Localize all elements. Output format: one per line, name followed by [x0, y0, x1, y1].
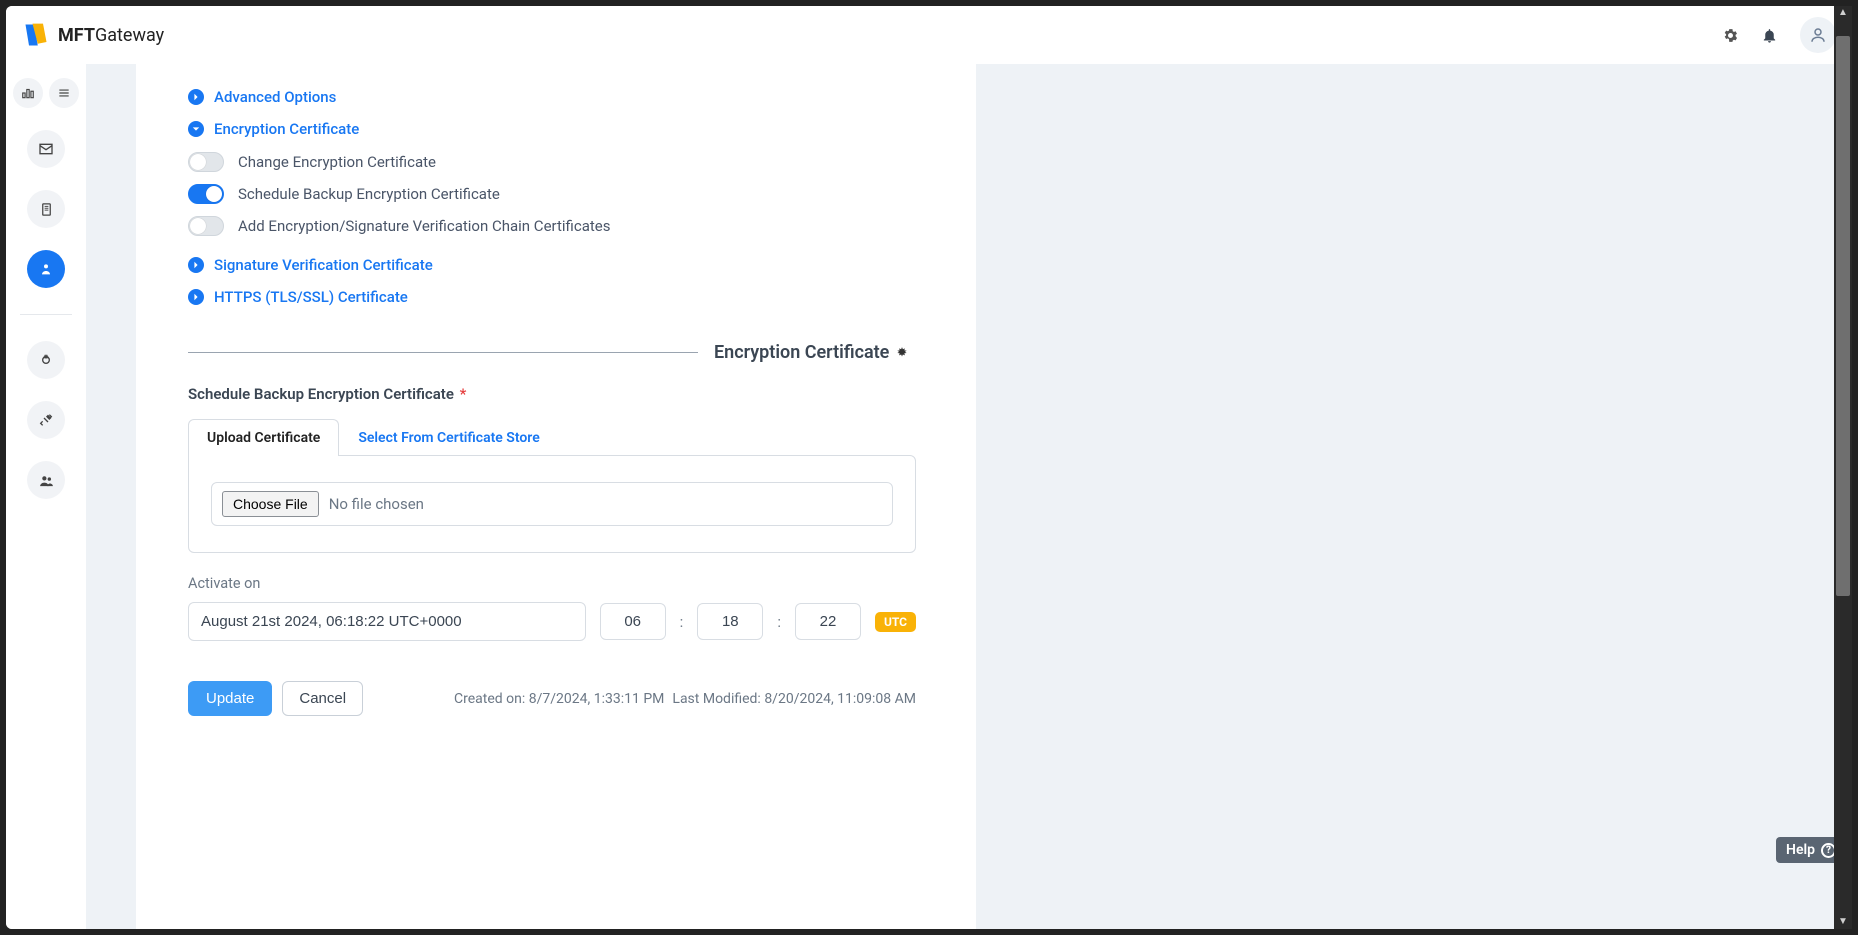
brand[interactable]: MFTGateway [22, 21, 164, 49]
chevron-down-icon [188, 121, 204, 137]
choose-file-button[interactable]: Choose File [222, 491, 319, 517]
scroll-up-icon[interactable]: ▲ [1838, 8, 1848, 18]
chevron-right-icon [188, 257, 204, 273]
toggle-label: Schedule Backup Encryption Certificate [238, 185, 500, 203]
activate-date-input[interactable] [188, 602, 586, 641]
section-label: Advanced Options [214, 88, 336, 106]
section-advanced-options[interactable]: Advanced Options [188, 88, 916, 106]
cancel-button[interactable]: Cancel [282, 681, 363, 716]
section-encryption-certificate[interactable]: Encryption Certificate [188, 120, 916, 138]
content-card: Advanced Options Encryption Certificate … [136, 64, 976, 929]
section-label: Encryption Certificate [214, 120, 359, 138]
content-right-pane [976, 64, 1852, 929]
help-label: Help [1786, 842, 1815, 858]
sidebar-plug-icon[interactable] [27, 401, 65, 439]
time-separator: : [777, 613, 781, 631]
sidebar-menu-toggle-icon[interactable] [49, 78, 79, 108]
activate-on-label: Activate on [188, 575, 916, 592]
divider-encryption-certificate: Encryption Certificate [188, 342, 916, 363]
sidebar-partner-icon[interactable] [27, 250, 65, 288]
field-label-schedule-backup: Schedule Backup Encryption Certificate * [188, 385, 916, 403]
scroll-down-icon[interactable]: ▼ [1838, 917, 1848, 927]
file-input-wrapper[interactable]: Choose File No file chosen [211, 482, 893, 526]
update-button[interactable]: Update [188, 681, 272, 716]
record-meta: Created on: 8/7/2024, 1:33:11 PM Last Mo… [454, 691, 916, 707]
tab-select-from-store[interactable]: Select From Certificate Store [339, 419, 558, 456]
toggle-label: Change Encryption Certificate [238, 153, 436, 171]
section-label: HTTPS (TLS/SSL) Certificate [214, 288, 408, 306]
section-signature-verification[interactable]: Signature Verification Certificate [188, 256, 916, 274]
activate-second-input[interactable] [795, 603, 861, 640]
settings-icon[interactable] [1722, 27, 1739, 44]
content-gutter [86, 64, 136, 929]
cert-source-tabs: Upload Certificate Select From Certifica… [188, 419, 916, 456]
chevron-right-icon [188, 89, 204, 105]
brand-logo-icon [22, 21, 50, 49]
activate-minute-input[interactable] [697, 603, 763, 640]
divider-title: Encryption Certificate [714, 342, 889, 363]
sidebar-cert-icon[interactable] [27, 341, 65, 379]
tab-upload-certificate[interactable]: Upload Certificate [188, 419, 339, 456]
time-separator: : [680, 613, 684, 631]
timezone-badge: UTC [875, 612, 916, 632]
activate-hour-input[interactable] [600, 603, 666, 640]
section-label: Signature Verification Certificate [214, 256, 433, 274]
brand-text: MFTGateway [58, 25, 164, 46]
sidebar-dashboard-icon[interactable] [13, 78, 43, 108]
toggle-add-chain-certs[interactable] [188, 216, 224, 236]
sidebar [6, 64, 86, 929]
sidebar-server-icon[interactable] [27, 190, 65, 228]
os-scrollbar[interactable]: ▲ ▼ [1834, 6, 1852, 929]
scroll-thumb[interactable] [1836, 36, 1850, 596]
top-bar: MFTGateway [6, 6, 1852, 64]
sidebar-mail-icon[interactable] [27, 130, 65, 168]
file-status-text: No file chosen [329, 495, 424, 513]
sidebar-separator [20, 314, 73, 315]
toggle-change-encryption-cert[interactable] [188, 152, 224, 172]
sidebar-users-icon[interactable] [27, 461, 65, 499]
starburst-icon [895, 346, 909, 360]
section-https-certificate[interactable]: HTTPS (TLS/SSL) Certificate [188, 288, 916, 306]
bell-icon[interactable] [1761, 27, 1778, 44]
user-avatar-icon[interactable] [1800, 17, 1836, 53]
chevron-right-icon [188, 289, 204, 305]
toggle-label: Add Encryption/Signature Verification Ch… [238, 217, 610, 235]
tab-panel-upload: Choose File No file chosen [188, 455, 916, 553]
toggle-schedule-backup-cert[interactable] [188, 184, 224, 204]
